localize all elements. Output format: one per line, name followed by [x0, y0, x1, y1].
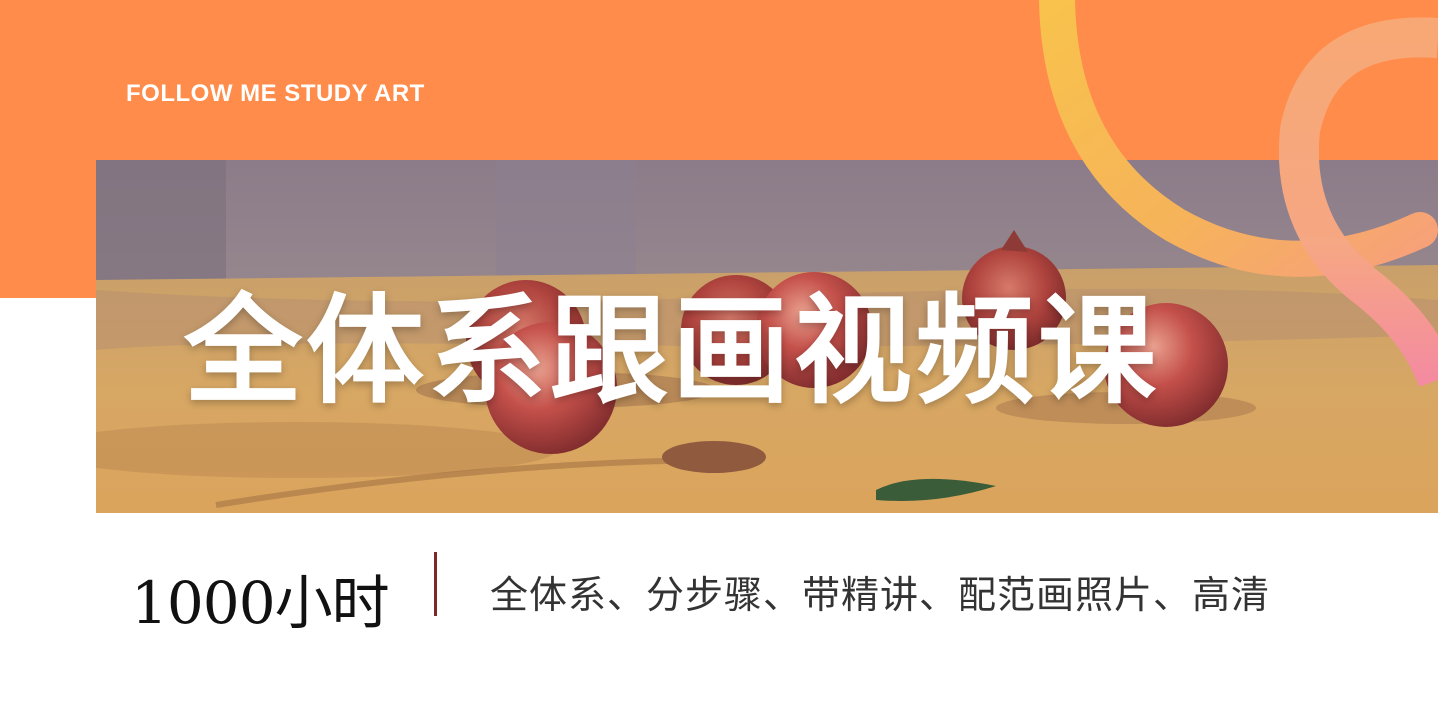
course-title: 全体系跟画视频课	[96, 160, 1438, 513]
hours-label: 1000小时	[131, 569, 390, 637]
divider	[434, 552, 437, 616]
kicker-text: FOLLOW ME STUDY ART	[126, 80, 425, 107]
features-list: 全体系、分步骤、带精讲、配范画照片、高清	[490, 573, 1271, 617]
course-title-text: 全体系跟画视频课	[183, 282, 1160, 420]
